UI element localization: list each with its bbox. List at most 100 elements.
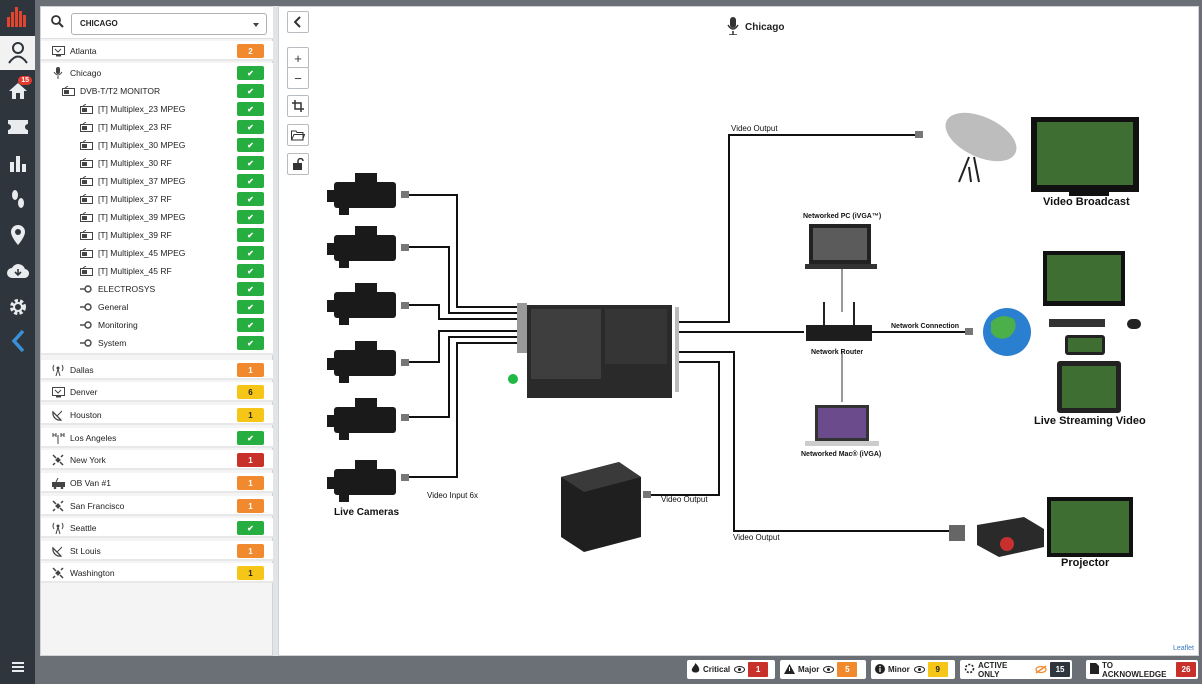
- device-row[interactable]: [T] Multiplex_37 MPEG: [79, 172, 185, 190]
- footsteps-icon[interactable]: [0, 182, 35, 216]
- monitor-icon: [51, 45, 65, 57]
- device-row[interactable]: Monitoring: [79, 316, 138, 334]
- critical-filter[interactable]: Critical 1: [687, 660, 775, 679]
- label-networked-mac: Networked Mac® (iVGA): [801, 451, 882, 458]
- site-row[interactable]: San Francisco: [51, 497, 124, 515]
- radio-tower-icon: [51, 522, 65, 534]
- alarm-badge[interactable]: 1: [237, 476, 264, 490]
- ok-badge[interactable]: ✔: [237, 156, 264, 170]
- ok-badge[interactable]: ✔: [237, 102, 264, 116]
- warning-icon: [784, 663, 795, 676]
- alarm-badge[interactable]: 1: [237, 499, 264, 513]
- site-name: OB Van #1: [70, 478, 111, 488]
- globe-icon: [983, 308, 1031, 356]
- site-row[interactable]: OB Van #1: [51, 474, 111, 492]
- alarm-badge[interactable]: 1: [237, 544, 264, 558]
- device-row[interactable]: DVB-T/T2 MONITOR: [61, 82, 160, 100]
- home-icon[interactable]: 15: [0, 74, 35, 108]
- site-row[interactable]: Seattle: [51, 519, 96, 537]
- alarm-badge[interactable]: 1: [237, 408, 264, 422]
- eye-slash-icon[interactable]: [1035, 665, 1047, 674]
- to-acknowledge-filter[interactable]: TO ACKNOWLEDGE 26: [1086, 660, 1198, 679]
- device-row[interactable]: ELECTROSYS: [79, 280, 155, 298]
- device-row[interactable]: General: [79, 298, 128, 316]
- info-icon: [875, 663, 885, 676]
- device-name: ELECTROSYS: [98, 284, 156, 294]
- monitor-icon: [51, 386, 65, 398]
- alarm-badge[interactable]: 1: [237, 566, 264, 580]
- site-group-denver: Denver 6: [41, 382, 274, 402]
- minor-filter[interactable]: Minor 9: [871, 660, 955, 679]
- site-name: Dallas: [70, 365, 94, 375]
- site-row[interactable]: Dallas: [51, 361, 94, 379]
- device-row[interactable]: [T] Multiplex_30 RF: [79, 154, 172, 172]
- ok-badge[interactable]: ✔: [237, 318, 264, 332]
- gear-icon[interactable]: [0, 290, 35, 324]
- alarm-badge[interactable]: 1: [237, 453, 264, 467]
- cloud-download-icon[interactable]: [0, 254, 35, 288]
- device-row[interactable]: System: [79, 334, 126, 352]
- alarm-badge[interactable]: 1: [237, 363, 264, 377]
- device-name: [T] Multiplex_23 MPEG: [98, 104, 186, 114]
- alarm-badge[interactable]: 6: [237, 385, 264, 399]
- ok-badge[interactable]: ✔: [237, 210, 264, 224]
- device-row[interactable]: [T] Multiplex_39 MPEG: [79, 208, 185, 226]
- ok-badge[interactable]: ✔: [237, 174, 264, 188]
- site-row[interactable]: Los Angeles: [51, 429, 116, 447]
- site-row[interactable]: New York: [51, 451, 106, 469]
- ok-badge[interactable]: ✔: [237, 431, 264, 445]
- ok-badge[interactable]: ✔: [237, 84, 264, 98]
- receiver-icon: [79, 175, 93, 187]
- eye-icon[interactable]: [734, 666, 746, 673]
- active-only-filter[interactable]: ACTIVE ONLY 15: [960, 660, 1072, 679]
- site-row[interactable]: Washington: [51, 564, 115, 582]
- networked-pc: [805, 224, 877, 269]
- ok-badge[interactable]: ✔: [237, 228, 264, 242]
- ok-badge[interactable]: ✔: [237, 264, 264, 278]
- ok-badge[interactable]: ✔: [237, 300, 264, 314]
- label-video-input: Video Input 6x: [427, 491, 479, 500]
- ok-badge[interactable]: ✔: [237, 246, 264, 260]
- label-networked-pc: Networked PC (iVGA™): [803, 213, 882, 220]
- site-row[interactable]: Denver: [51, 383, 97, 401]
- device-row[interactable]: [T] Multiplex_23 RF: [79, 118, 172, 136]
- ok-badge[interactable]: ✔: [237, 192, 264, 206]
- device-row[interactable]: [T] Multiplex_45 RF: [79, 262, 172, 280]
- device-row[interactable]: [T] Multiplex_30 MPEG: [79, 136, 185, 154]
- ok-badge[interactable]: ✔: [237, 521, 264, 535]
- device-row[interactable]: [T] Multiplex_45 MPEG: [79, 244, 185, 262]
- alarm-badge[interactable]: 2: [237, 44, 264, 58]
- device-name: [T] Multiplex_45 MPEG: [98, 248, 186, 258]
- satellite-icon: [51, 567, 65, 579]
- satellite-icon: [51, 500, 65, 512]
- device-name: [T] Multiplex_39 MPEG: [98, 212, 186, 222]
- ok-badge[interactable]: ✔: [237, 138, 264, 152]
- ok-badge[interactable]: ✔: [237, 120, 264, 134]
- major-filter[interactable]: Major 5: [780, 660, 866, 679]
- eye-icon[interactable]: [823, 666, 835, 673]
- ok-badge[interactable]: ✔: [237, 66, 264, 80]
- collapse-chevron-icon[interactable]: [0, 324, 35, 358]
- site-row[interactable]: Houston: [51, 406, 102, 424]
- server-rack: [561, 462, 641, 552]
- device-name: DVB-T/T2 MONITOR: [80, 86, 161, 96]
- label-video-output: Video Output: [731, 124, 778, 133]
- leaflet-attribution-link[interactable]: Leaflet: [1173, 645, 1194, 652]
- ok-badge[interactable]: ✔: [237, 282, 264, 296]
- microphone-icon: [51, 67, 65, 79]
- device-row[interactable]: [T] Multiplex_37 RF: [79, 190, 172, 208]
- map-pin-icon[interactable]: [0, 218, 35, 252]
- ticket-icon[interactable]: [0, 110, 35, 144]
- menu-icon[interactable]: [0, 652, 35, 682]
- label-network-connection: Network Connection: [891, 323, 960, 330]
- site-row[interactable]: St Louis: [51, 542, 101, 560]
- bar-chart-icon[interactable]: [0, 146, 35, 180]
- user-icon[interactable]: [0, 36, 35, 70]
- eye-icon[interactable]: [913, 666, 925, 673]
- device-row[interactable]: [T] Multiplex_23 MPEG: [79, 100, 185, 118]
- ok-badge[interactable]: ✔: [237, 336, 264, 350]
- search-icon[interactable]: [51, 15, 64, 30]
- device-row[interactable]: [T] Multiplex_39 RF: [79, 226, 172, 244]
- location-select[interactable]: CHICAGO: [71, 13, 267, 35]
- diagram-map[interactable]: + − Chicago Video Output Video Broadcast…: [278, 6, 1199, 656]
